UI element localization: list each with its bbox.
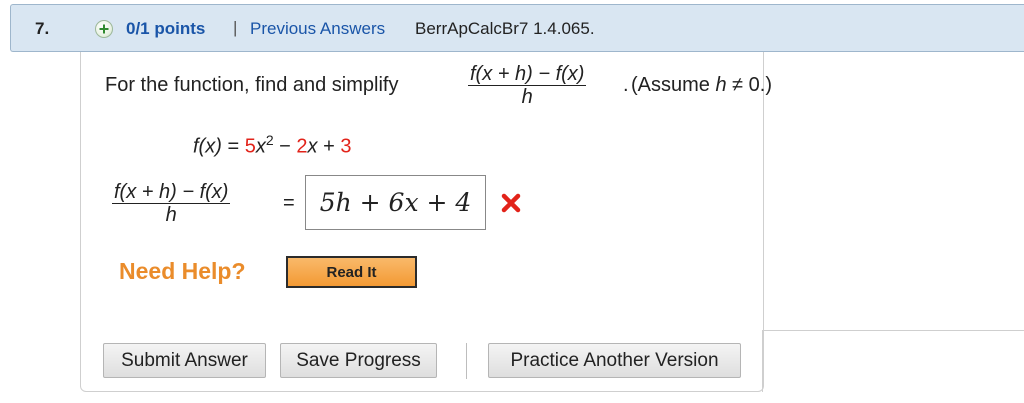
answer-fraction: f(x + h) − f(x) h — [112, 181, 231, 226]
question-id: BerrApCalcBr7 1.4.065. — [415, 19, 595, 38]
function-x-squared: x — [255, 135, 266, 158]
function-minus: − — [273, 135, 297, 158]
function-coef2: 2 — [296, 135, 308, 158]
prompt-fraction-numerator: f(x + h) − f(x) — [468, 63, 587, 86]
panel-divider-line — [762, 330, 1024, 331]
prompt-period: . — [623, 74, 629, 96]
function-lhs: f(x) — [193, 135, 222, 158]
assume-var: h — [715, 74, 727, 96]
function-definition: f(x) = 5x2 − 2x + 3 — [193, 132, 351, 159]
question-prompt: For the function, find and simplify — [105, 74, 399, 96]
previous-answers-link[interactable]: Previous Answers — [250, 19, 385, 39]
points-score: 0/1 points — [126, 19, 206, 38]
expand-plus-icon[interactable] — [95, 20, 113, 38]
assume-note: (Assume h ≠ 0.) — [631, 74, 772, 97]
practice-another-version-button[interactable]: Practice Another Version — [488, 343, 741, 378]
answer-value: 5h + 6x + 4 — [319, 188, 472, 217]
function-x: x — [307, 135, 318, 158]
answer-input[interactable]: 5h + 6x + 4 — [305, 175, 486, 230]
button-divider — [466, 343, 467, 379]
question-header: 7. 0/1 points | Previous Answers BerrApC… — [10, 4, 1024, 52]
function-coef1: 5 — [244, 135, 256, 158]
submit-answer-button[interactable]: Submit Answer — [103, 343, 266, 378]
question-number: 7. — [35, 19, 50, 38]
prompt-fraction: f(x + h) − f(x) h — [468, 63, 587, 108]
read-it-button[interactable]: Read It — [286, 256, 417, 288]
prompt-fraction-denominator: h — [521, 86, 533, 108]
panel-divider-corner — [762, 330, 763, 392]
function-exponent: 2 — [265, 132, 274, 148]
function-plus: + — [317, 135, 341, 158]
assume-open: (Assume — [631, 74, 716, 96]
incorrect-x-icon — [500, 192, 522, 219]
function-const: 3 — [340, 135, 352, 158]
assume-close: ≠ 0.) — [726, 74, 773, 96]
function-equals: = — [221, 135, 245, 158]
answer-equals: = — [283, 192, 295, 214]
answer-fraction-denominator: h — [165, 204, 177, 226]
need-help-label: Need Help? — [119, 258, 246, 284]
header-separator: | — [233, 18, 238, 37]
save-progress-button[interactable]: Save Progress — [280, 343, 437, 378]
answer-fraction-numerator: f(x + h) − f(x) — [112, 181, 231, 204]
